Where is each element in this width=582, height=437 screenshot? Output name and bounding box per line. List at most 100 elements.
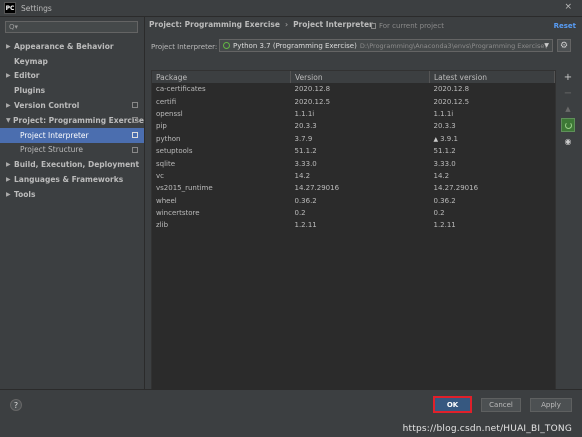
table-row[interactable]: pip 20.3.3 20.3.3 — [152, 120, 555, 132]
close-icon[interactable]: × — [564, 2, 572, 12]
project-scope-icon — [132, 146, 138, 153]
sidebar-item-keymap[interactable]: Keymap — [0, 54, 144, 69]
package-version: 0.2 — [294, 209, 306, 218]
sidebar-item-project-structure[interactable]: Project Structure — [0, 143, 144, 158]
chevron-down-icon: ▼ — [544, 42, 549, 49]
sidebar-item-version-control[interactable]: ▶ Version Control — [0, 98, 144, 113]
table-row[interactable]: wincertstore 0.2 0.2 — [152, 207, 555, 219]
minus-icon: − — [563, 87, 573, 99]
packages-table: Package Version Latest version ca-certif… — [151, 70, 556, 391]
package-name: zlib — [156, 221, 169, 230]
column-header-version[interactable]: Version — [290, 71, 430, 83]
document-icon — [371, 23, 376, 29]
sidebar-item-appearance[interactable]: ▶ Appearance & Behavior — [0, 39, 144, 54]
package-version: 1.1.1i — [294, 109, 315, 118]
search-input[interactable] — [18, 23, 133, 31]
package-latest: ▲ 3.9.1 — [430, 133, 555, 145]
package-latest: 2020.12.8 — [433, 85, 470, 94]
package-name: wincertstore — [156, 209, 200, 218]
ok-button[interactable]: OK — [433, 396, 472, 413]
sidebar-item-project-interpreter[interactable]: Project Interpreter — [0, 127, 144, 143]
current-project-label: For current project — [379, 22, 444, 30]
chevron-right-icon: ▶ — [6, 190, 11, 198]
table-row[interactable]: setuptools 51.1.2 51.1.2 — [152, 145, 555, 157]
sidebar-item-project[interactable]: ▼ Project: Programming Exercise — [0, 113, 144, 128]
sidebar-item-label: Project Structure — [20, 145, 83, 155]
column-header-latest[interactable]: Latest version — [429, 71, 555, 83]
package-latest: 1.1.1i — [433, 109, 454, 118]
package-version: 2020.12.8 — [294, 85, 331, 94]
table-row[interactable]: vs2015_runtime 14.27.29016 14.27.29016 — [152, 182, 555, 194]
plus-icon: + — [563, 71, 573, 83]
table-row[interactable]: wheel 0.36.2 0.36.2 — [152, 195, 555, 207]
chevron-right-icon: ▶ — [6, 161, 11, 169]
upgrade-package-button[interactable]: ▲ — [561, 102, 575, 116]
window-title: Settings — [21, 3, 52, 13]
package-name: vs2015_runtime — [156, 184, 213, 193]
package-latest: 14.27.29016 — [433, 184, 479, 193]
package-latest: 0.2 — [433, 209, 445, 218]
add-package-button[interactable]: + — [561, 70, 575, 84]
package-latest: 3.33.0 — [433, 159, 456, 168]
settings-nav: ▶ Appearance & Behavior Keymap ▶ Editor … — [0, 39, 144, 202]
package-version: 3.7.9 — [294, 134, 313, 143]
apply-button[interactable]: Apply — [530, 398, 572, 412]
upgrade-available-icon: ▲ — [433, 135, 439, 143]
package-name: setuptools — [156, 147, 193, 156]
interpreter-settings-button[interactable]: ⚙ — [557, 39, 571, 52]
project-scope-icon — [132, 116, 138, 123]
gear-icon: ⚙ — [559, 40, 569, 51]
python-interpreter-icon — [223, 42, 230, 49]
reset-link[interactable]: Reset — [554, 22, 576, 30]
chevron-right-icon: ▶ — [6, 102, 11, 110]
sidebar-item-build[interactable]: ▶ Build, Execution, Deployment — [0, 157, 144, 172]
current-project-note: For current project — [371, 22, 444, 30]
remove-package-button[interactable]: − — [561, 86, 575, 100]
show-early-releases-button[interactable]: ◉ — [561, 134, 575, 148]
pycharm-app-icon: PC — [4, 2, 16, 14]
package-version: 0.36.2 — [294, 196, 317, 205]
table-header-row: Package Version Latest version — [152, 71, 555, 83]
sidebar-item-label: Tools — [14, 189, 36, 199]
table-row[interactable]: zlib 1.2.11 1.2.11 — [152, 219, 555, 231]
sidebar-item-plugins[interactable]: Plugins — [0, 83, 144, 98]
sidebar-item-languages[interactable]: ▶ Languages & Frameworks — [0, 172, 144, 187]
table-row[interactable]: sqlite 3.33.0 3.33.0 — [152, 157, 555, 169]
interpreter-path: D:\Programming\Anaconda3\envs\Programmin… — [359, 41, 547, 50]
interpreter-dropdown[interactable]: Python 3.7 (Programming Exercise) D:\Pro… — [219, 39, 553, 52]
table-row[interactable]: certifi 2020.12.5 2020.12.5 — [152, 95, 555, 107]
package-name: certifi — [156, 97, 177, 106]
table-row[interactable]: openssl 1.1.1i 1.1.1i — [152, 108, 555, 120]
settings-sidebar: Q▾ ▶ Appearance & Behavior Keymap ▶ Edit… — [0, 17, 145, 389]
refresh-button[interactable] — [561, 118, 575, 132]
package-version: 20.3.3 — [294, 122, 317, 131]
table-row[interactable]: vc 14.2 14.2 — [152, 170, 555, 182]
package-version: 14.27.29016 — [294, 184, 340, 193]
package-latest: 0.36.2 — [433, 196, 456, 205]
table-row[interactable]: ca-certificates 2020.12.8 2020.12.8 — [152, 83, 555, 95]
refresh-icon — [564, 121, 572, 129]
chevron-right-icon: ▶ — [6, 72, 11, 80]
watermark-text: https://blog.csdn.net/HUAI_BI_TONG — [402, 424, 572, 434]
sidebar-item-editor[interactable]: ▶ Editor — [0, 69, 144, 84]
sidebar-item-label: Plugins — [14, 86, 46, 96]
column-header-package[interactable]: Package — [152, 71, 291, 83]
package-toolbar: + − ▲ ◉ — [558, 70, 578, 170]
table-row[interactable]: python 3.7.9 ▲ 3.9.1 — [152, 133, 555, 145]
settings-search[interactable]: Q▾ — [5, 21, 138, 33]
sidebar-item-tools[interactable]: ▶ Tools — [0, 187, 144, 202]
package-name: sqlite — [156, 159, 176, 168]
sidebar-item-label: Version Control — [14, 101, 80, 111]
sidebar-item-label: Keymap — [14, 56, 48, 66]
cancel-button[interactable]: Cancel — [481, 398, 521, 412]
help-button[interactable]: ? — [10, 399, 22, 411]
sidebar-item-label: Project: Programming Exercise — [13, 115, 144, 125]
package-name: wheel — [156, 196, 177, 205]
package-version: 2020.12.5 — [294, 97, 331, 106]
interpreter-label: Project Interpreter: — [151, 43, 218, 51]
sidebar-item-label: Build, Execution, Deployment — [14, 160, 140, 170]
package-latest-value: 3.9.1 — [440, 134, 458, 143]
title-bar: PC Settings × — [0, 0, 582, 17]
sidebar-item-label: Project Interpreter — [20, 130, 89, 140]
breadcrumb: Project: Programming Exercise › Project … — [149, 20, 373, 29]
